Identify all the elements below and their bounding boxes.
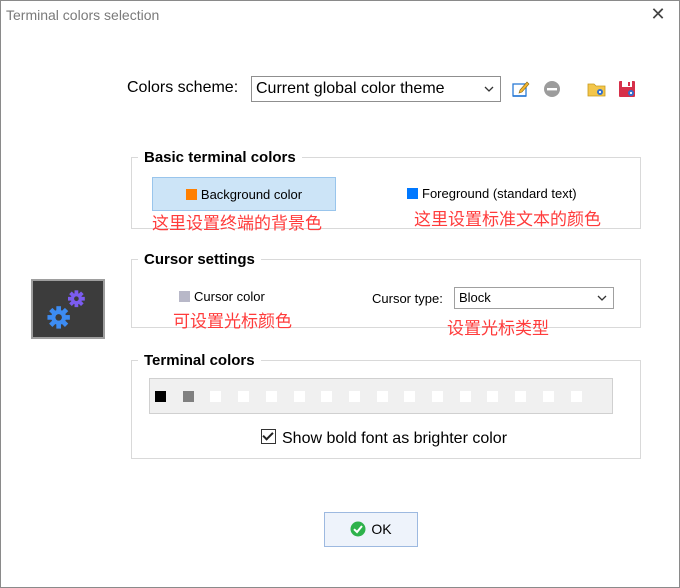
cursor-color-swatch [179, 291, 190, 302]
cursor-color-label: Cursor color [194, 289, 265, 304]
open-folder-icon[interactable] [587, 79, 607, 99]
background-note: 这里设置终端的背景色 [152, 214, 322, 233]
background-color-button[interactable]: Background color [152, 177, 336, 211]
colors-scheme-select[interactable]: Current global color theme [251, 76, 501, 102]
palette-swatch[interactable] [238, 391, 250, 402]
palette-swatch[interactable] [487, 391, 499, 402]
palette-swatch[interactable] [348, 391, 360, 402]
palette-swatch[interactable] [293, 391, 305, 402]
palette-swatch[interactable] [570, 391, 582, 402]
palette-swatch[interactable] [210, 391, 222, 402]
background-color-swatch [185, 189, 197, 200]
dialog-window: Terminal colors selection ✕ Colors schem… [0, 0, 680, 588]
palette-swatch[interactable] [155, 391, 166, 402]
check-circle-icon [350, 521, 366, 537]
palette-swatch[interactable] [376, 391, 388, 402]
foreground-color-swatch [407, 188, 418, 199]
foreground-note: 这里设置标准文本的颜色 [414, 210, 601, 229]
foreground-color-label: Foreground (standard text) [422, 186, 577, 201]
cursor-settings-legend: Cursor settings [144, 251, 255, 268]
bold-brighter-label: Show bold font as brighter color [282, 430, 508, 447]
cursor-type-value: Block [459, 290, 491, 305]
terminal-colors-legend: Terminal colors [144, 352, 255, 369]
palette-swatch[interactable] [265, 391, 277, 402]
bold-brighter-checkbox-row[interactable]: Show bold font as brighter color [261, 429, 507, 448]
palette-swatch[interactable] [542, 391, 554, 402]
remove-scheme-icon[interactable] [542, 79, 562, 99]
window-title: Terminal colors selection [6, 7, 160, 23]
close-icon[interactable]: ✕ [647, 3, 669, 25]
background-color-label: Background color [200, 187, 303, 202]
basic-colors-legend: Basic terminal colors [144, 149, 296, 166]
cursor-type-select[interactable]: Block [454, 287, 614, 309]
ok-label: OK [371, 521, 392, 537]
colors-scheme-value: Current global color theme [256, 80, 445, 97]
palette-swatch[interactable] [182, 391, 194, 402]
palette-swatch[interactable] [515, 391, 527, 402]
cursor-type-label: Cursor type: [372, 291, 443, 306]
settings-gears-icon [31, 279, 105, 339]
palette-swatch[interactable] [404, 391, 416, 402]
cursor-color-note: 可设置光标颜色 [173, 312, 292, 331]
ok-button[interactable]: OK [324, 512, 418, 547]
cursor-type-note: 设置光标类型 [447, 319, 549, 338]
edit-scheme-icon[interactable] [511, 79, 531, 99]
chevron-down-icon [484, 86, 494, 92]
title-bar: Terminal colors selection ✕ [1, 1, 679, 31]
bold-brighter-checkbox[interactable] [261, 429, 276, 444]
palette-swatch[interactable] [432, 391, 443, 402]
palette-swatch[interactable] [459, 391, 471, 402]
save-icon[interactable] [617, 79, 637, 99]
colors-scheme-label: Colors scheme: [127, 79, 239, 96]
chevron-down-icon [597, 295, 607, 301]
palette-swatch[interactable] [321, 391, 333, 402]
terminal-palette [149, 378, 613, 414]
